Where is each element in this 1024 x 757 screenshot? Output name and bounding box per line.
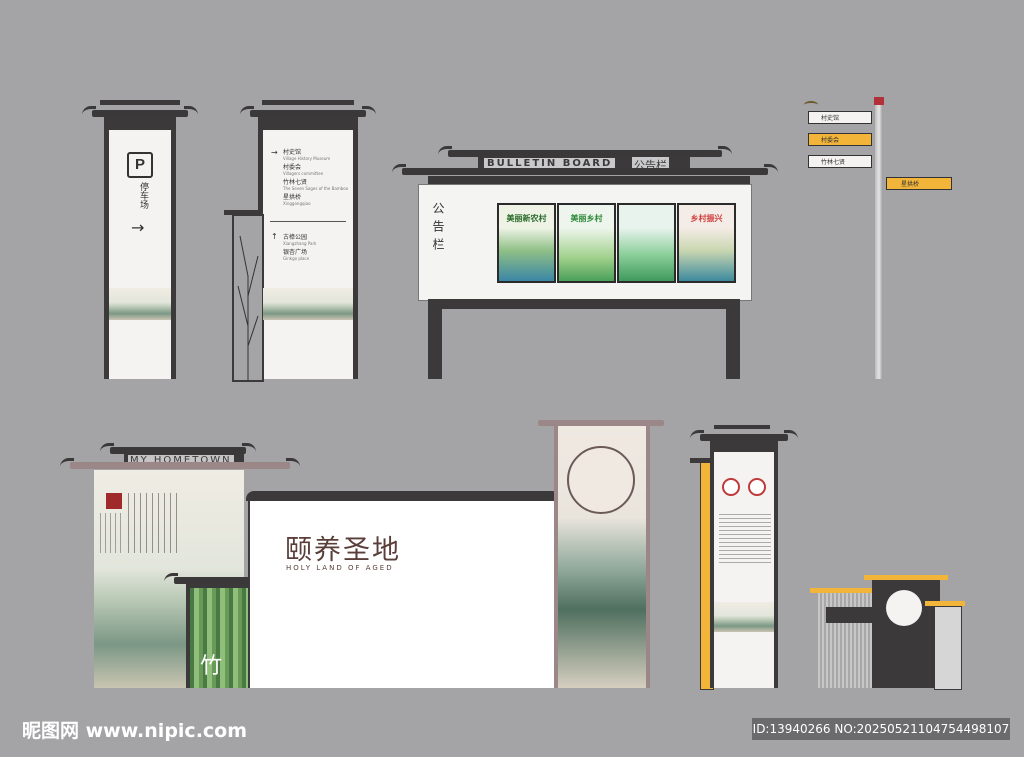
dir-item-en: The Seven Sages of the Bamboo [283,185,349,191]
fingerpost-arm: 星拱桥 [886,177,952,190]
arrow-up-icon: ↑ [271,232,278,241]
watermark-left: 昵图网 www.nipic.com [22,720,248,742]
poster-title: 美丽乡村 [570,214,603,223]
dir-item-en: Villagers committee [283,170,324,176]
dir-item-en: Village History Museum [283,155,331,161]
landscape-strip [109,288,171,320]
landscape-strip [714,602,774,632]
dir-item-en: Xinggongqiao [283,200,311,206]
warning-icon [722,478,740,496]
fingerpost-arm: 村史馆 [808,111,872,124]
moon-circle [567,446,635,514]
dir-item-en: Xiangzhang Park [283,240,317,246]
arrow-right-icon: → [271,148,278,157]
poster-title: 乡村振兴 [690,214,723,223]
dir-item-en: Ginkgo place [283,255,310,261]
poster: 美丽乡村 [557,203,616,283]
poster [617,203,676,283]
fingerpost-arm: 竹林七贤 [808,155,872,168]
bamboo-char: 竹 [200,654,223,679]
poster-title: 美丽新农村 [506,214,547,223]
poster: 乡村振兴 [677,203,736,283]
arrow-right-icon: → [131,218,145,237]
parking-icon: P [127,152,153,178]
bird-icon [804,101,818,109]
poster: 美丽新农村 [497,203,556,283]
tree-branches-icon [237,235,259,380]
watermark-right: ID:13940266 NO:20250521104754498107 [752,718,1010,740]
warning-icon [748,478,766,496]
main-title-en: HOLY LAND OF AGED [286,564,394,572]
landscape-strip [263,288,353,320]
calligraphy [128,493,178,553]
main-title-cn: 颐养圣地 [285,535,401,566]
seal-stamp [106,493,122,509]
bin-opening [886,590,922,626]
calligraphy [100,513,124,553]
info-text-lines [719,514,771,564]
tree-panel [232,214,264,382]
bulletin-side-label: 公告栏 [431,202,445,256]
parking-label: 停车场 [138,182,148,209]
fingerpost-arm: 村委会 [808,133,872,146]
